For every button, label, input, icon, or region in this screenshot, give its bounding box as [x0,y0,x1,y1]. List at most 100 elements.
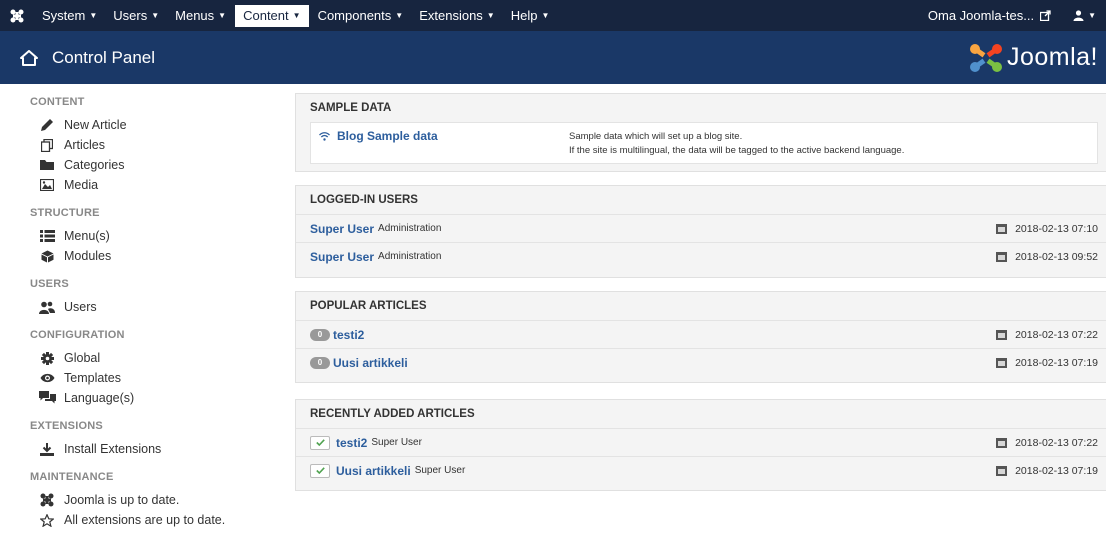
sample-data-panel: SAMPLE DATA Blog Sample data Sample data… [295,93,1106,172]
sidebar-section-content: CONTENT [30,96,85,108]
sidebar-section-structure: STRUCTURE [30,207,100,219]
sidebar-item-label: New Article [64,118,127,132]
table-row: testi2 Super User 2018-02-13 07:22 [296,428,1106,456]
published-check-icon[interactable] [310,435,330,450]
popular-articles-panel: POPULAR ARTICLES 0 testi2 2018-02-13 07:… [295,291,1106,383]
sidebar-item-install-extensions[interactable]: Install Extensions [30,439,270,459]
sidebar-item-global[interactable]: Global [30,348,270,368]
user-location: Administration [378,251,442,262]
caret-down-icon: ▼ [395,11,404,20]
table-row: 0 testi2 2018-02-13 07:22 [296,320,1106,348]
article-author: Super User [414,465,466,476]
article-link[interactable]: Uusi artikkeli [336,464,411,478]
article-link[interactable]: Uusi artikkeli [333,356,408,370]
table-row: Super User Administration 2018-02-13 07:… [296,214,1106,242]
brand-text: Joomla! [1006,43,1098,71]
joomla-menu-icon[interactable] [0,9,34,23]
description-line: Sample data which will set up a blog sit… [569,131,743,142]
sidebar-item-extensions-status[interactable]: All extensions are up to date. [30,510,270,530]
row-date: 2018-02-13 07:10 [996,223,1098,235]
menu-label: Menus [175,8,215,23]
site-link-label: Oma Joomla-tes... [927,8,1035,23]
sidebar-item-media[interactable]: Media [30,175,270,195]
menu-label: Help [510,8,538,23]
caret-down-icon: ▼ [292,11,301,20]
sidebar-item-label: Install Extensions [64,442,162,456]
user-link[interactable]: Super User [310,250,374,264]
sidebar-item-new-article[interactable]: New Article [30,115,270,135]
caret-down-icon: ▼ [541,11,550,20]
sidebar-item-users[interactable]: Users [30,297,270,317]
article-link[interactable]: testi2 [333,328,364,342]
cog-icon [38,351,56,365]
list-icon [38,229,56,243]
sidebar-item-label: Users [64,300,97,314]
blog-sample-data-label: Blog Sample data [337,129,438,143]
description-line: If the site is multilingual, the data wi… [569,145,905,156]
sidebar-item-label: Language(s) [64,391,135,405]
sidebar-item-templates[interactable]: Templates [30,368,270,388]
joomla-logo[interactable]: Joomla! [969,43,1098,73]
sidebar-item-label: Modules [64,249,112,263]
cube-icon [38,249,56,263]
menu-extensions[interactable]: Extensions ▼ [411,0,503,31]
sample-data-description: Sample data which will set up a blog sit… [569,130,904,158]
caret-down-icon: ▼ [89,11,98,20]
row-date: 2018-02-13 07:22 [996,329,1098,341]
sidebar-item-label: Templates [64,371,121,385]
blog-sample-data-link[interactable]: Blog Sample data [319,129,569,143]
sample-data-row: Blog Sample data Sample data which will … [310,122,1098,164]
sidebar-item-menus[interactable]: Menu(s) [30,226,270,246]
comments-icon [38,391,56,405]
menu-components[interactable]: Components ▼ [310,0,412,31]
date-text: 2018-02-13 07:10 [1015,222,1098,235]
sidebar-item-label: Global [64,351,101,365]
menu-content[interactable]: Content ▼ [234,3,310,28]
table-row: 0 Uusi artikkeli 2018-02-13 07:19 [296,348,1106,376]
published-check-icon[interactable] [310,463,330,478]
hits-badge: 0 [310,328,330,341]
calendar-icon [996,329,1008,340]
star-icon [38,513,56,527]
sidebar: CONTENT New Article Articles Categories … [30,92,270,530]
logged-in-users-panel: LOGGED-IN USERS Super User Administratio… [295,185,1106,278]
menu-help[interactable]: Help ▼ [503,0,558,31]
user-link[interactable]: Super User [310,222,374,236]
row-date: 2018-02-13 07:19 [996,465,1098,477]
sidebar-section-configuration: CONFIGURATION [30,329,125,341]
calendar-icon [996,437,1008,448]
menu-system[interactable]: System ▼ [34,0,105,31]
page-title: Control Panel [52,47,156,67]
sidebar-item-joomla-status[interactable]: Joomla is up to date. [30,490,270,510]
row-date: 2018-02-13 07:19 [996,357,1098,369]
article-author: Super User [371,437,422,448]
sidebar-item-languages[interactable]: Language(s) [30,388,270,408]
date-text: 2018-02-13 07:22 [1015,328,1098,341]
calendar-icon [996,251,1008,262]
sidebar-item-label: Joomla is up to date. [64,493,180,507]
menu-label: Extensions [419,8,483,23]
date-text: 2018-02-13 07:22 [1015,436,1098,449]
sidebar-item-modules[interactable]: Modules [30,246,270,266]
caret-down-icon: ▼ [218,11,227,20]
sidebar-item-label: Articles [64,138,105,152]
sidebar-item-articles[interactable]: Articles [30,135,270,155]
site-link[interactable]: Oma Joomla-tes... [918,8,1061,23]
panel-title: RECENTLY ADDED ARTICLES [310,408,475,420]
menu-users[interactable]: Users ▼ [105,0,167,31]
sidebar-item-categories[interactable]: Categories [30,155,270,175]
user-icon [1073,10,1084,21]
user-menu[interactable]: ▼ [1061,10,1106,21]
joomla-logo-icon [969,43,1002,72]
eye-icon [38,371,56,385]
article-link[interactable]: testi2 [336,436,367,450]
date-text: 2018-02-13 07:19 [1015,464,1098,477]
wifi-icon [319,131,330,141]
table-row: Uusi artikkeli Super User 2018-02-13 07:… [296,456,1106,484]
sidebar-item-label: Categories [64,158,125,172]
panel-title: LOGGED-IN USERS [310,194,418,206]
table-row: Super User Administration 2018-02-13 09:… [296,242,1106,270]
image-icon [38,178,56,192]
menu-menus[interactable]: Menus ▼ [167,0,234,31]
menu-label: Users [113,8,148,23]
